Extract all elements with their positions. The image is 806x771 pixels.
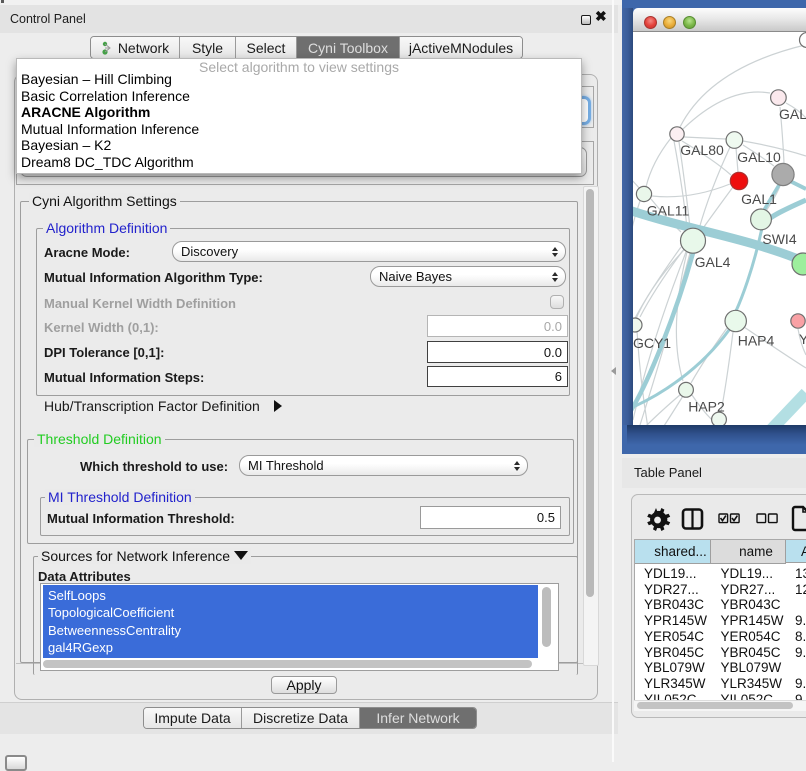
svg-text:GAL11: GAL11 <box>647 203 690 219</box>
svg-text:GAL4: GAL4 <box>695 254 731 270</box>
svg-text:YM: YM <box>799 331 806 347</box>
svg-text:GAL7: GAL7 <box>779 106 806 122</box>
svg-text:GAL10: GAL10 <box>737 149 781 165</box>
svg-text:SWI4: SWI4 <box>762 231 796 247</box>
svg-text:GCY1: GCY1 <box>633 335 671 351</box>
svg-text:GAL80: GAL80 <box>680 142 724 158</box>
svg-text:HAP4: HAP4 <box>738 333 775 349</box>
svg-text:HAP2: HAP2 <box>688 399 725 415</box>
svg-text:GAL1: GAL1 <box>741 191 777 207</box>
